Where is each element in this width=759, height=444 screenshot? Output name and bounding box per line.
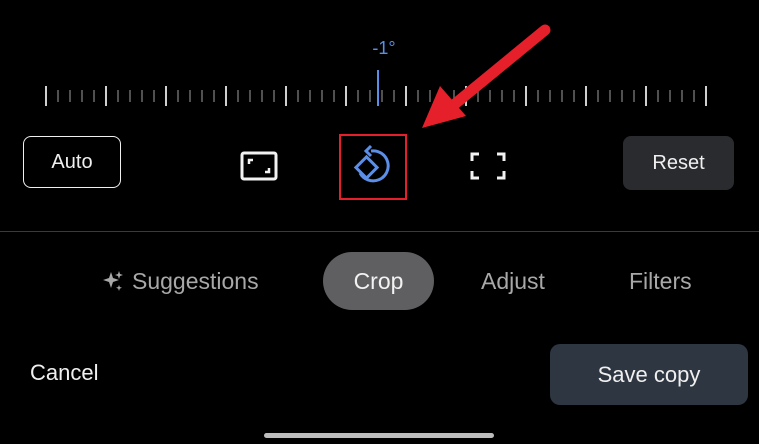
tab-adjust-label: Adjust	[481, 267, 545, 294]
tab-adjust[interactable]: Adjust	[481, 252, 545, 310]
tab-filters-label: Filters	[629, 267, 692, 294]
tab-suggestions[interactable]: Suggestions	[102, 252, 259, 310]
aspect-ratio-icon	[240, 151, 278, 181]
rotation-angle-label: -1°	[372, 38, 396, 58]
tab-suggestions-label: Suggestions	[132, 267, 259, 294]
annotation-arrow-icon	[422, 24, 551, 128]
tab-crop-label: Crop	[353, 267, 404, 294]
rotate-icon	[353, 145, 390, 183]
aspect-ratio-button[interactable]	[238, 147, 280, 185]
cancel-button[interactable]: Cancel	[30, 360, 98, 386]
rotation-dial-indicator	[377, 70, 379, 106]
rotation-dial-ticks	[45, 86, 707, 106]
sparkle-icon	[102, 270, 124, 292]
rotation-dial[interactable]	[44, 86, 716, 106]
freeform-crop-button[interactable]	[467, 147, 509, 185]
tab-crop[interactable]: Crop	[323, 252, 434, 310]
freeform-crop-icon	[470, 152, 506, 180]
home-indicator[interactable]	[264, 433, 494, 438]
save-copy-button[interactable]: Save copy	[550, 344, 748, 405]
tab-filters[interactable]: Filters	[629, 252, 692, 310]
rotate-button[interactable]	[339, 134, 407, 200]
auto-button[interactable]: Auto	[23, 136, 121, 188]
reset-button[interactable]: Reset	[623, 136, 734, 190]
divider	[0, 231, 759, 232]
